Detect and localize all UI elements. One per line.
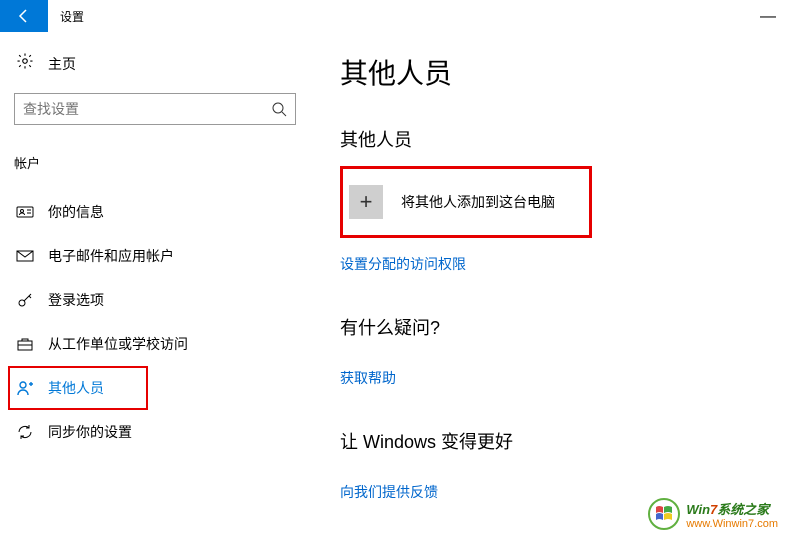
sidebar-item-label: 其他人员 — [48, 378, 104, 398]
sidebar-item-work-school[interactable]: 从工作单位或学校访问 — [14, 322, 296, 366]
person-plus-icon — [16, 379, 34, 397]
get-help-link[interactable]: 获取帮助 — [340, 368, 396, 388]
briefcase-icon — [16, 335, 34, 353]
sidebar-item-other-people[interactable]: 其他人员 — [8, 366, 148, 410]
sidebar-item-label: 从工作单位或学校访问 — [48, 334, 188, 354]
plus-icon: + — [349, 185, 383, 219]
highlight-box: + 将其他人添加到这台电脑 — [340, 166, 592, 238]
mail-icon — [16, 247, 34, 265]
key-icon — [16, 291, 34, 309]
better-heading: 让 Windows 变得更好 — [340, 428, 762, 454]
wm-pre: Win — [686, 502, 710, 517]
add-someone-button[interactable]: + 将其他人添加到这台电脑 — [349, 183, 555, 221]
sidebar-item-your-info[interactable]: 你的信息 — [14, 190, 296, 234]
sidebar-item-label: 电子邮件和应用帐户 — [48, 246, 174, 266]
window-title: 设置 — [60, 8, 84, 25]
feedback-link[interactable]: 向我们提供反馈 — [340, 482, 438, 502]
add-someone-label: 将其他人添加到这台电脑 — [401, 192, 555, 212]
titlebar: 设置 — — [0, 0, 792, 32]
sync-icon — [16, 423, 34, 441]
minimize-button[interactable]: — — [760, 8, 776, 26]
search-field[interactable] — [15, 101, 263, 117]
assigned-access-link[interactable]: 设置分配的访问权限 — [340, 254, 466, 274]
windows-flag-icon — [648, 498, 680, 530]
sidebar-item-email-accounts[interactable]: 电子邮件和应用帐户 — [14, 234, 296, 278]
sidebar-item-label: 同步你的设置 — [48, 422, 132, 442]
id-card-icon — [16, 203, 34, 221]
question-heading: 有什么疑问? — [340, 314, 762, 340]
sidebar-item-label: 登录选项 — [48, 290, 104, 310]
sidebar-home[interactable]: 主页 — [14, 52, 296, 75]
sidebar: 主页 帐户 你的信息 电子邮件和应用帐户 登录选项 从工作单位或学校访问 — [0, 32, 310, 544]
sidebar-item-signin-options[interactable]: 登录选项 — [14, 278, 296, 322]
main-panel: 其他人员 其他人员 + 将其他人添加到这台电脑 设置分配的访问权限 有什么疑问?… — [310, 32, 792, 544]
gear-icon — [16, 52, 34, 75]
watermark: Win7系统之家 www.Winwin7.com — [648, 498, 778, 530]
sidebar-section-label: 帐户 — [14, 153, 296, 172]
search-icon — [263, 101, 295, 117]
sidebar-item-sync[interactable]: 同步你的设置 — [14, 410, 296, 454]
wm-post: 系统之家 — [717, 502, 769, 517]
sidebar-home-label: 主页 — [48, 54, 76, 74]
search-input[interactable] — [14, 93, 296, 125]
sidebar-item-label: 你的信息 — [48, 202, 104, 222]
back-button[interactable] — [0, 0, 48, 32]
page-title: 其他人员 — [340, 52, 762, 92]
wm-url: www.Winwin7.com — [686, 518, 778, 530]
other-people-heading: 其他人员 — [340, 126, 762, 152]
